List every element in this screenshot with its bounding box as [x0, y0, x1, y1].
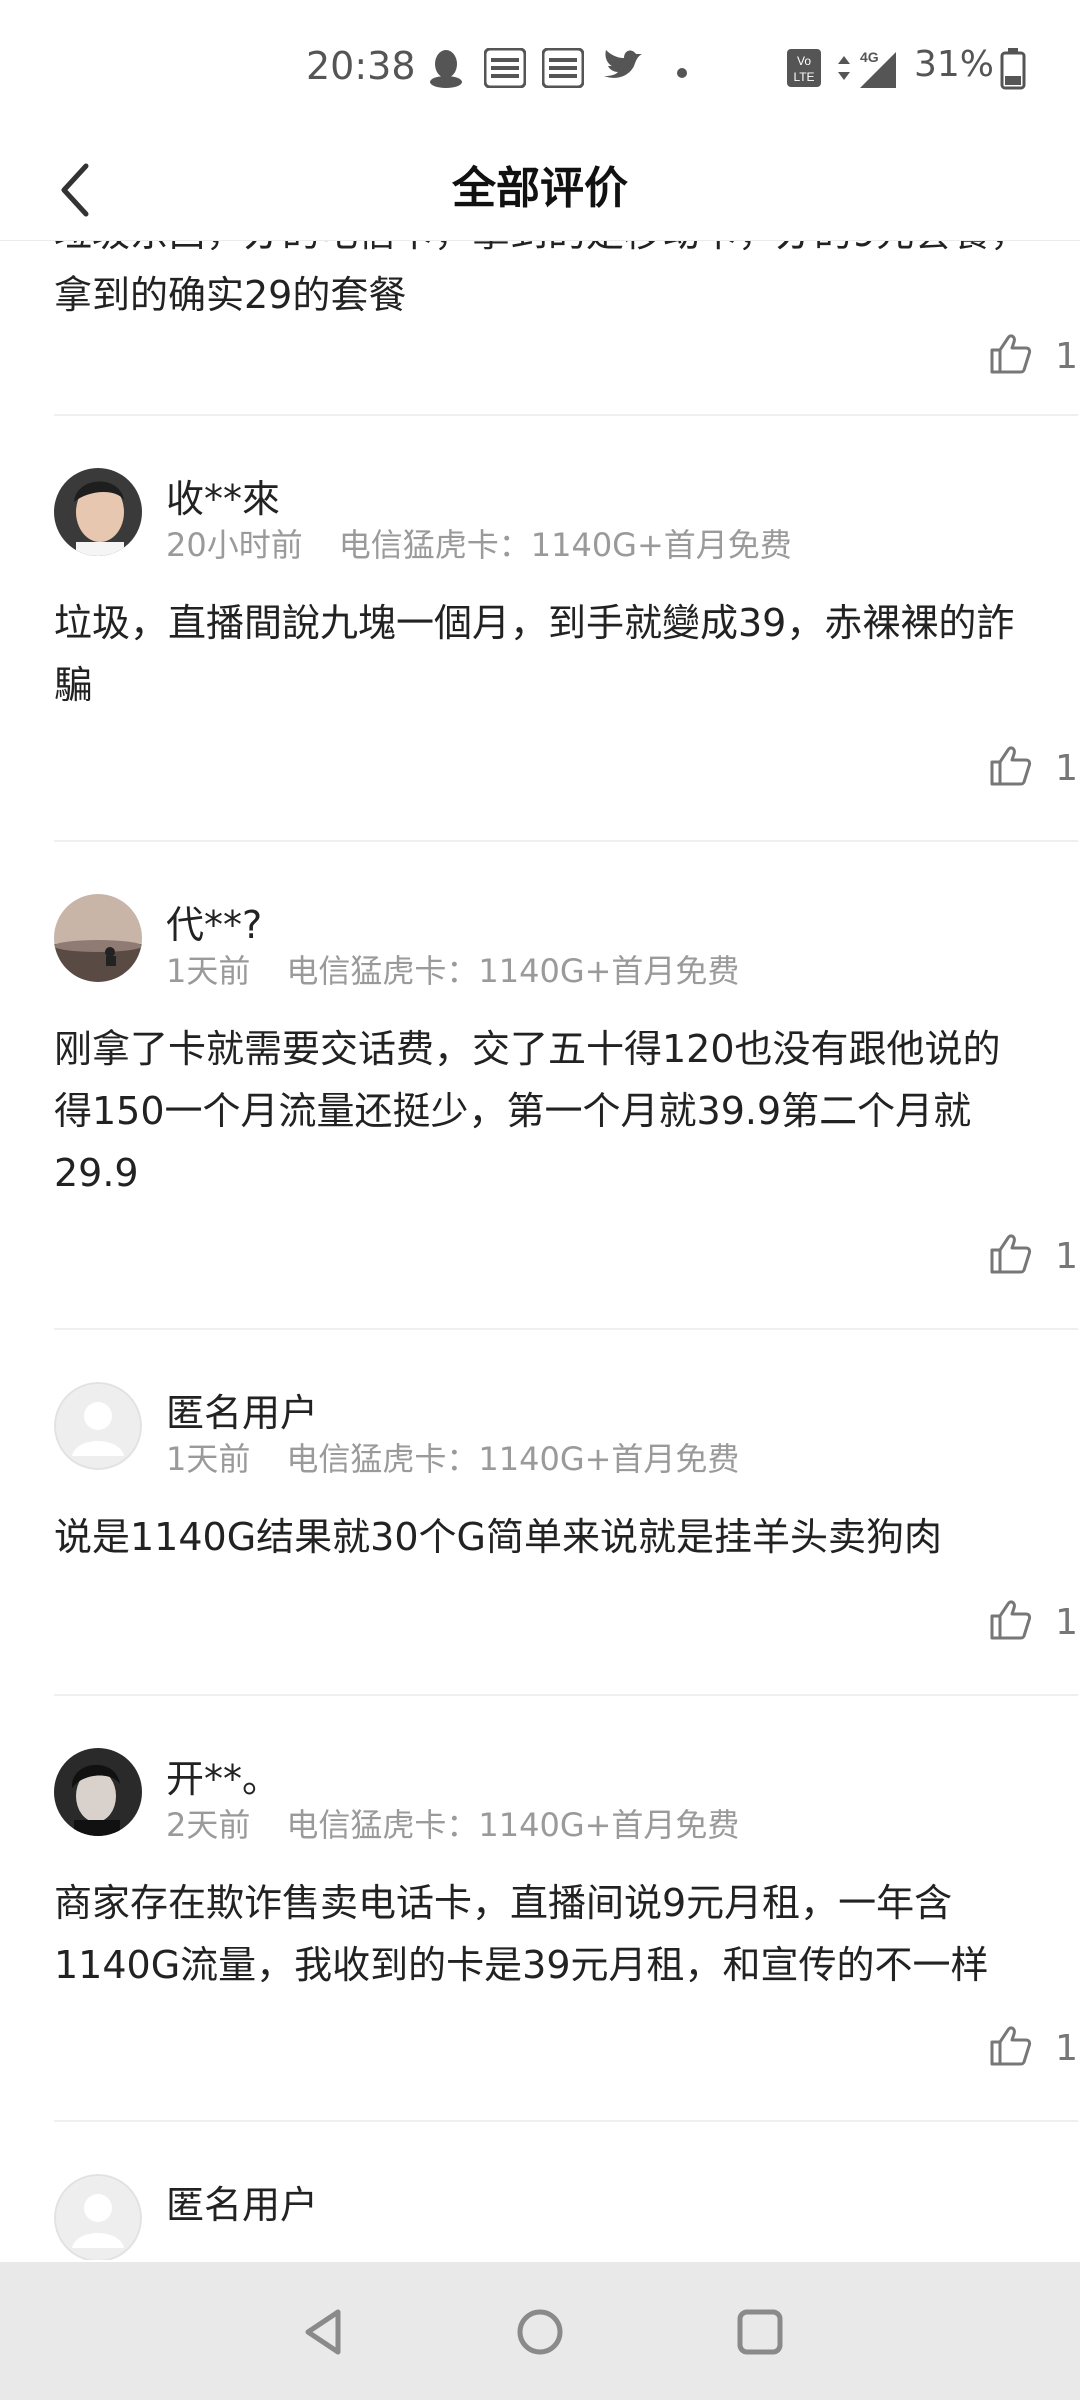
review-text: 垃圾，直播間說九塊一個月，到手就變成39，赤裸裸的詐騙	[54, 601, 1015, 707]
username: 收**來	[166, 477, 281, 521]
like-button[interactable]: 1	[988, 2024, 1078, 2074]
review-meta: 20小时前 电信猛虎卡：1140G+首月免费	[166, 520, 792, 566]
signal-4g-icon: 4G	[856, 48, 900, 94]
nav-home-button[interactable]	[510, 2302, 570, 2362]
avatar[interactable]	[54, 1382, 142, 1470]
review-list: 垃圾东西，办的电信卡，拿到的是移动卡，办的9元套餐，拿到的确实29的套餐 1	[0, 240, 1080, 2260]
system-nav-bar	[0, 2262, 1080, 2400]
like-count: 1	[1055, 2028, 1078, 2069]
nav-back-button[interactable]	[294, 2302, 354, 2362]
header: 全部评价	[0, 140, 1080, 241]
username: 开**。	[166, 1757, 281, 1801]
avatar[interactable]	[54, 468, 142, 556]
avatar[interactable]	[54, 894, 142, 982]
data-arrows-icon	[836, 48, 852, 92]
dot-icon	[676, 64, 688, 83]
battery-percent: 31%	[914, 44, 995, 85]
back-triangle-icon	[294, 2309, 354, 2366]
toutiao-icon	[483, 47, 527, 92]
review-text: 说是1140G结果就30个G简单来说就是挂羊头卖狗肉	[54, 1515, 942, 1559]
review-product: 电信猛虎卡：1140G+首月免费	[286, 1806, 740, 1844]
qq-icon	[428, 48, 464, 94]
twitter-icon	[602, 48, 644, 88]
like-button[interactable]: 1	[988, 1232, 1078, 1282]
review-text: 刚拿了卡就需要交话费，交了五十得120也没有跟他说的得150一个月流量还挺少，第…	[54, 1027, 1001, 1195]
review-time: 2天前	[166, 1806, 251, 1844]
review-item: 垃圾东西，办的电信卡，拿到的是移动卡，办的9元套餐，拿到的确实29的套餐 1	[54, 240, 1078, 416]
avatar[interactable]	[54, 2174, 142, 2260]
like-count: 1	[1055, 336, 1078, 377]
username: 匿名用户	[166, 2183, 319, 2227]
review-meta: 1天前 电信猛虎卡：1140G+首月免费	[166, 946, 739, 992]
like-button[interactable]: 1	[988, 332, 1078, 382]
review-time: 1天前	[166, 1440, 251, 1478]
like-button[interactable]: 1	[988, 1598, 1078, 1648]
review-product: 电信猛虎卡：1140G+首月免费	[286, 1440, 740, 1478]
review-meta: 2天前 电信猛虎卡：1140G+首月免费	[166, 1800, 739, 1846]
review-product: 电信猛虎卡：1140G+首月免费	[338, 526, 792, 564]
like-button[interactable]: 1	[988, 744, 1078, 794]
home-circle-icon	[510, 2309, 570, 2366]
review-item: 匿名用户	[54, 2122, 1078, 2260]
review-product: 电信猛虎卡：1140G+首月免费	[286, 952, 740, 990]
review-item: 收**來 20小时前 电信猛虎卡：1140G+首月免费 垃圾，直播間說九塊一個月，…	[54, 416, 1078, 842]
review-item: 开**。 2天前 电信猛虎卡：1140G+首月免费 商家存在欺诈售卖电话卡，直播间…	[54, 1696, 1078, 2122]
battery-icon	[1000, 48, 1026, 94]
volte-icon: Vo LTE	[786, 48, 822, 92]
review-scroll-area[interactable]: 垃圾东西，办的电信卡，拿到的是移动卡，办的9元套餐，拿到的确实29的套餐 1	[0, 240, 1080, 2260]
review-meta: 1天前 电信猛虎卡：1140G+首月免费	[166, 1434, 739, 1480]
recents-square-icon	[730, 2309, 790, 2366]
page-title: 全部评价	[452, 163, 628, 214]
svg-text:LTE: LTE	[793, 70, 814, 84]
like-count: 1	[1055, 1602, 1078, 1643]
review-time: 1天前	[166, 952, 251, 990]
username: 代**?	[166, 903, 263, 947]
review-item: 代**? 1天前 电信猛虎卡：1140G+首月免费 刚拿了卡就需要交话费，交了五十…	[54, 842, 1078, 1330]
network-label: 4G	[860, 49, 879, 65]
nav-recents-button[interactable]	[730, 2302, 790, 2362]
review-time: 20小时前	[166, 526, 303, 564]
avatar[interactable]	[54, 1748, 142, 1836]
username: 匿名用户	[166, 1391, 319, 1435]
status-time: 20:38	[306, 44, 416, 88]
toutiao-icon	[541, 47, 585, 92]
svg-text:Vo: Vo	[797, 54, 811, 68]
review-item: 匿名用户 1天前 电信猛虎卡：1140G+首月免费 说是1140G结果就30个G简…	[54, 1330, 1078, 1696]
review-text: 商家存在欺诈售卖电话卡，直播间说9元月租，一年含1140G流量，我收到的卡是39…	[54, 1881, 989, 1987]
status-bar: 20:38 Vo LTE 4G 31%	[0, 0, 1080, 140]
chevron-left-icon	[52, 163, 100, 234]
review-text: 垃圾东西，办的电信卡，拿到的是移动卡，办的9元套餐，拿到的确实29的套餐	[54, 240, 1028, 317]
like-count: 1	[1055, 1236, 1078, 1277]
like-count: 1	[1055, 748, 1078, 789]
